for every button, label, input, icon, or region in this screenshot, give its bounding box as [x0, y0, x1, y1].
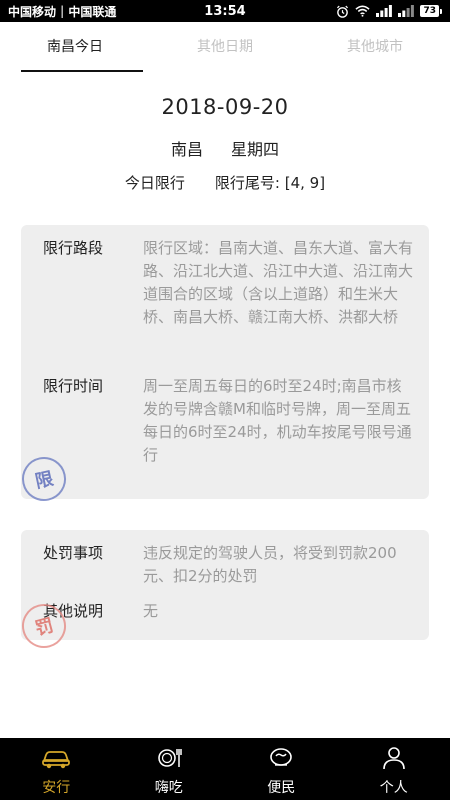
battery-icon: 73	[420, 5, 442, 17]
carrier-2: 中国联通	[68, 4, 117, 19]
today-limit-label: 今日限行	[124, 174, 185, 192]
nav-label-bianmin: 便民	[267, 780, 296, 796]
service-icon	[266, 745, 296, 771]
time-label: 限行时间	[43, 377, 104, 395]
nav-item-anxing[interactable]: 安行	[0, 738, 113, 800]
nav-label-geren: 个人	[379, 780, 408, 796]
limit-row: 今日限行 限行尾号: [4, 9]	[0, 172, 450, 193]
tab-bar: 南昌今日 其他日期 其他城市	[0, 22, 450, 72]
carrier-separator: |	[60, 4, 65, 18]
time-value: 周一至周五每日的6时至24时;南昌市核发的号牌含赣M和临时号牌，周一至周五每日的…	[143, 377, 412, 464]
status-icons: 73	[336, 5, 442, 18]
penalty-value: 违反规定的驾驶人员，将受到罚款200元、扣2分的处罚	[143, 544, 397, 585]
route-value: 限行区域：昌南大道、昌东大道、富大有路、沿江北大道、沿江中大道、沿江南大道围合的…	[143, 239, 414, 326]
bottom-nav: 安行 嗨吃 便民 个人	[0, 738, 450, 800]
penalty-row: 处罚事项 违反规定的驾驶人员，将受到罚款200元、扣2分的处罚	[43, 542, 413, 588]
weekday: 星期四	[231, 140, 280, 159]
tab-other-dates[interactable]: 其他日期	[150, 22, 300, 72]
time-row: 限行时间 周一至周五每日的6时至24时;南昌市核发的号牌含赣M和临时号牌，周一至…	[43, 375, 413, 467]
alarm-icon	[336, 5, 349, 18]
carrier-1: 中国移动	[8, 4, 57, 19]
route-label: 限行路段	[43, 239, 104, 257]
battery-level: 73	[420, 5, 439, 17]
wifi-icon	[355, 5, 371, 17]
nav-label-anxing: 安行	[42, 780, 71, 796]
signal-icon-2	[398, 5, 415, 17]
carrier-info: 中国移动 | 中国联通	[8, 3, 116, 20]
penalty-label: 处罚事项	[43, 544, 104, 562]
notes-row: 其他说明 无	[43, 600, 413, 623]
city-weekday-row: 南昌 星期四	[0, 136, 450, 160]
nav-item-bianmin[interactable]: 便民	[225, 738, 338, 800]
notes-value: 无	[143, 602, 159, 620]
nav-item-geren[interactable]: 个人	[338, 738, 450, 800]
nav-label-haichi: 嗨吃	[154, 780, 183, 796]
route-row: 限行路段 限行区域：昌南大道、昌东大道、富大有路、沿江北大道、沿江中大道、沿江南…	[43, 237, 413, 329]
tab-nanchang-today[interactable]: 南昌今日	[0, 22, 150, 72]
dining-icon	[154, 745, 184, 771]
person-icon	[379, 745, 409, 771]
restriction-info-card: 限行路段 限行区域：昌南大道、昌东大道、富大有路、沿江北大道、沿江中大道、沿江南…	[17, 225, 429, 506]
restriction-date: 2018-09-20	[161, 95, 289, 119]
city-name: 南昌	[170, 140, 203, 159]
tail-number: 限行尾号: [4, 9]	[214, 174, 326, 192]
car-icon	[41, 745, 71, 771]
signal-icon	[376, 5, 393, 17]
status-bar: 中国移动 | 中国联通 13:54 73	[0, 0, 450, 22]
penalty-card: 处罚事项 违反规定的驾驶人员，将受到罚款200元、扣2分的处罚 其他说明 无 罚	[17, 530, 429, 653]
tab-other-cities[interactable]: 其他城市	[300, 22, 450, 72]
nav-item-haichi[interactable]: 嗨吃	[113, 738, 226, 800]
